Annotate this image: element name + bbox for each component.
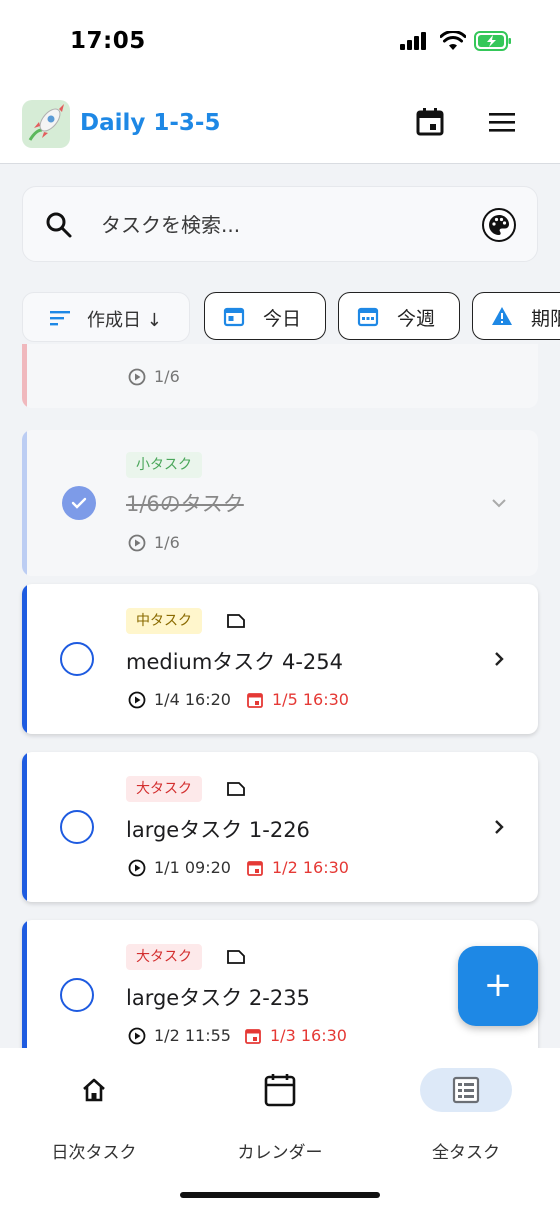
- warning-icon: [492, 307, 512, 325]
- task-title: 1/6のタスク: [126, 492, 244, 516]
- chevron-down-icon[interactable]: [490, 494, 508, 512]
- chip-today-label: 今日: [263, 308, 302, 330]
- palette-icon[interactable]: [481, 207, 517, 243]
- task-start: 1/4 16:20: [154, 690, 231, 709]
- chip-today[interactable]: 今日: [204, 292, 326, 340]
- search-bar: [22, 186, 538, 262]
- due-date-icon: [247, 861, 263, 876]
- task-size-badge: 小タスク: [126, 452, 202, 478]
- task-card[interactable]: 1/6: [22, 344, 538, 408]
- task-title: largeタスク 2-235: [126, 986, 310, 1010]
- task-title: largeタスク 1-226: [126, 818, 310, 842]
- task-start: 1/1 09:20: [154, 858, 231, 877]
- task-due: 1/2 16:30: [272, 858, 349, 877]
- home-indicator: [180, 1192, 380, 1198]
- task-due: 1/5 16:30: [272, 690, 349, 709]
- search-icon: [46, 212, 72, 238]
- chevron-right-icon[interactable]: [490, 650, 508, 668]
- wifi-icon: [440, 31, 466, 50]
- home-icon: [83, 1078, 105, 1102]
- task-checkbox[interactable]: [60, 978, 94, 1012]
- task-due: 1/3 16:30: [270, 1026, 347, 1045]
- task-card[interactable]: 小タスク 1/6のタスク 1/6: [22, 430, 538, 576]
- battery-icon: [474, 31, 511, 51]
- calendar-icon[interactable]: [412, 104, 448, 140]
- chip-week-label: 今週: [397, 308, 436, 330]
- task-card[interactable]: 中タスク mediumタスク 4-254 1/4 16:20 1/5 16:30: [22, 584, 538, 734]
- task-title: mediumタスク 4-254: [126, 650, 344, 674]
- task-size-badge: 大タスク: [126, 776, 202, 802]
- app-title: Daily 1-3-5: [80, 110, 221, 136]
- rocket-logo-icon: [22, 100, 70, 148]
- start-time-icon: [128, 534, 146, 552]
- start-time-icon: [128, 859, 146, 877]
- task-checkbox[interactable]: [60, 810, 94, 844]
- task-checkbox-checked[interactable]: [62, 486, 96, 520]
- task-list: 1/6 小タスク 1/6のタスク 1/6 中タスク mediumタスク 4-25…: [0, 344, 560, 1048]
- calendar-today-icon: [223, 307, 245, 327]
- sort-label: 作成日 ↓: [87, 310, 162, 331]
- note-icon: [227, 782, 245, 796]
- calendar-week-icon: [357, 307, 379, 327]
- nav-item-all[interactable]: 全タスク: [376, 1066, 556, 1166]
- start-time-icon: [128, 368, 146, 386]
- nav-item-calendar[interactable]: カレンダー: [190, 1066, 370, 1166]
- cellular-signal-icon: [400, 32, 432, 50]
- start-time-icon: [128, 1027, 146, 1045]
- sort-button[interactable]: 作成日 ↓: [22, 292, 190, 342]
- nav-label-daily: 日次タスク: [51, 1143, 137, 1163]
- add-task-button[interactable]: +: [458, 946, 538, 1026]
- due-date-icon: [247, 693, 263, 708]
- chip-week[interactable]: 今週: [338, 292, 460, 340]
- chip-due[interactable]: 期限: [472, 292, 560, 340]
- note-icon: [227, 950, 245, 964]
- status-time: 17:05: [70, 28, 146, 54]
- note-icon: [227, 614, 245, 628]
- bottom-nav: 日次タスク カレンダー 全タスク: [0, 1048, 560, 1210]
- status-bar: 17:05: [0, 0, 560, 84]
- chip-due-label: 期限: [531, 308, 560, 330]
- nav-label-all: 全タスク: [432, 1143, 500, 1163]
- task-start: 1/6: [154, 367, 180, 386]
- menu-icon[interactable]: [484, 104, 520, 140]
- chevron-right-icon[interactable]: [490, 818, 508, 836]
- due-date-icon: [245, 1029, 261, 1044]
- task-size-badge: 中タスク: [126, 608, 202, 634]
- task-start: 1/6: [154, 533, 180, 552]
- check-icon: [71, 497, 87, 509]
- calendar-icon: [264, 1074, 296, 1107]
- start-time-icon: [128, 691, 146, 709]
- nav-item-daily[interactable]: 日次タスク: [4, 1066, 184, 1166]
- task-start: 1/2 11:55: [154, 1026, 231, 1045]
- filter-row: 作成日 ↓ 今日 今週 期限: [0, 290, 560, 344]
- task-size-badge: 大タスク: [126, 944, 202, 970]
- app-header: Daily 1-3-5: [0, 84, 560, 164]
- list-icon: [452, 1076, 480, 1104]
- search-input[interactable]: [101, 205, 461, 245]
- nav-label-calendar: カレンダー: [237, 1143, 323, 1163]
- task-card[interactable]: 大タスク largeタスク 1-226 1/1 09:20 1/2 16:30: [22, 752, 538, 902]
- sort-icon: [50, 311, 70, 326]
- task-checkbox[interactable]: [60, 642, 94, 676]
